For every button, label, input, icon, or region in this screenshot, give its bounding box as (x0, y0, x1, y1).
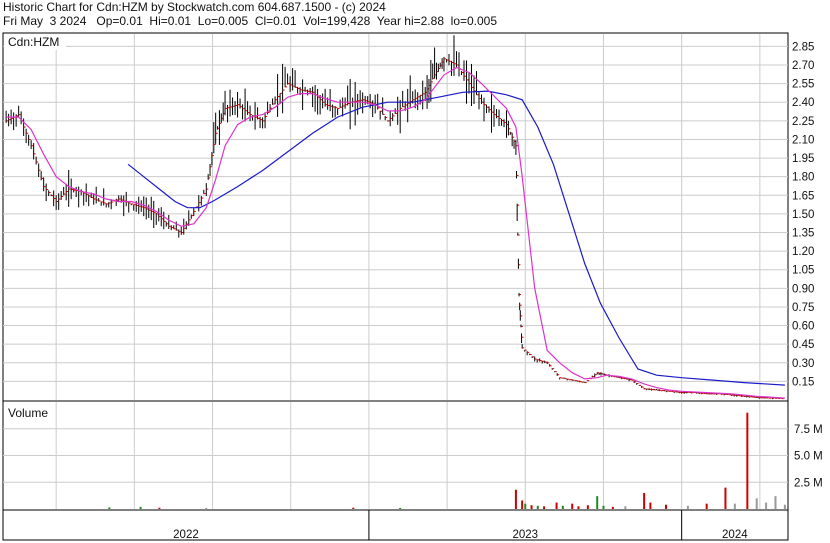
volume-bar (108, 507, 111, 509)
year-label: 2022 (173, 529, 199, 541)
volume-tick-label: 7.5 M (794, 424, 823, 436)
volume-tick-label: 2.5 M (794, 477, 823, 489)
volume-bar (399, 507, 402, 509)
time-axis-frame (2, 509, 789, 541)
year-label: 2024 (722, 529, 748, 541)
volume-tick-label: 5.0 M (794, 451, 823, 463)
volume-bar (158, 507, 161, 509)
price-tick-label: 2.70 (792, 60, 814, 72)
price-tick-label: 1.50 (792, 209, 814, 221)
volume-bar (352, 507, 355, 509)
volume-bar (755, 498, 758, 509)
volume-bar (514, 489, 517, 509)
long-moving-average-line (127, 90, 785, 386)
volume-bar (536, 505, 539, 509)
price-tick-label: 1.95 (792, 153, 814, 165)
volume-bar (139, 506, 142, 509)
price-tick-label: 2.10 (792, 134, 814, 146)
price-tick-label: 0.75 (792, 302, 814, 314)
volume-bar (611, 506, 614, 509)
volume-bar (733, 503, 736, 509)
volume-bar (530, 505, 533, 509)
price-tick-label: 1.20 (792, 246, 814, 258)
volume-bar (686, 505, 689, 509)
volume-bar (624, 506, 627, 509)
volume-bar (521, 500, 524, 509)
price-tick-label: 2.25 (792, 116, 814, 128)
price-tick-label: 0.90 (792, 283, 814, 295)
volume-label: Volume (8, 406, 48, 420)
price-tick-label: 1.65 (792, 190, 814, 202)
price-panel-frame (2, 32, 789, 402)
price-tick-label: 0.45 (792, 339, 814, 351)
volume-bar (765, 502, 768, 509)
volume-bar (596, 496, 599, 509)
volume-bar (561, 505, 564, 509)
volume-bar (524, 503, 527, 509)
price-tick-label: 2.40 (792, 97, 814, 109)
volume-bar (774, 496, 777, 509)
price-tick-label: 2.55 (792, 79, 814, 91)
grid-lines (3, 34, 788, 509)
price-volume-chart: 2.85 2.70 2.55 2.40 2.25 2.10 1.95 1.80 1.65 1.50… (2, 32, 823, 541)
volume-bar (602, 505, 605, 509)
volume-bar (665, 504, 668, 509)
volume-bar (555, 502, 558, 509)
volume-bar (205, 507, 208, 509)
price-tick-label: 1.05 (792, 265, 814, 277)
price-tick-label: 1.80 (792, 172, 814, 184)
price-axis: 2.85 2.70 2.55 2.40 2.25 2.10 1.95 1.80 1.65 1.50… (792, 41, 814, 388)
volume-axis: 7.5 M 5.0 M 2.5 M (794, 424, 823, 490)
volume-bar (571, 503, 574, 509)
price-tick-label: 0.15 (792, 376, 814, 388)
symbol-label: Cdn:HZM (8, 35, 59, 49)
volume-bar (649, 502, 652, 509)
year-axis: 2022 2023 2024 (173, 510, 748, 541)
volume-bar (586, 505, 589, 509)
volume-bar (543, 506, 546, 509)
volume-bar (724, 487, 727, 509)
volume-bar (643, 492, 646, 509)
volume-bar (746, 412, 749, 509)
price-tick-label: 0.30 (792, 358, 814, 370)
volume-bar (577, 506, 580, 509)
volume-bar (705, 503, 708, 509)
price-tick-label: 2.85 (792, 41, 814, 53)
price-tick-label: 0.60 (792, 321, 814, 333)
price-tick-label: 1.35 (792, 228, 814, 240)
volume-bar (783, 504, 786, 509)
year-label: 2023 (512, 529, 538, 541)
